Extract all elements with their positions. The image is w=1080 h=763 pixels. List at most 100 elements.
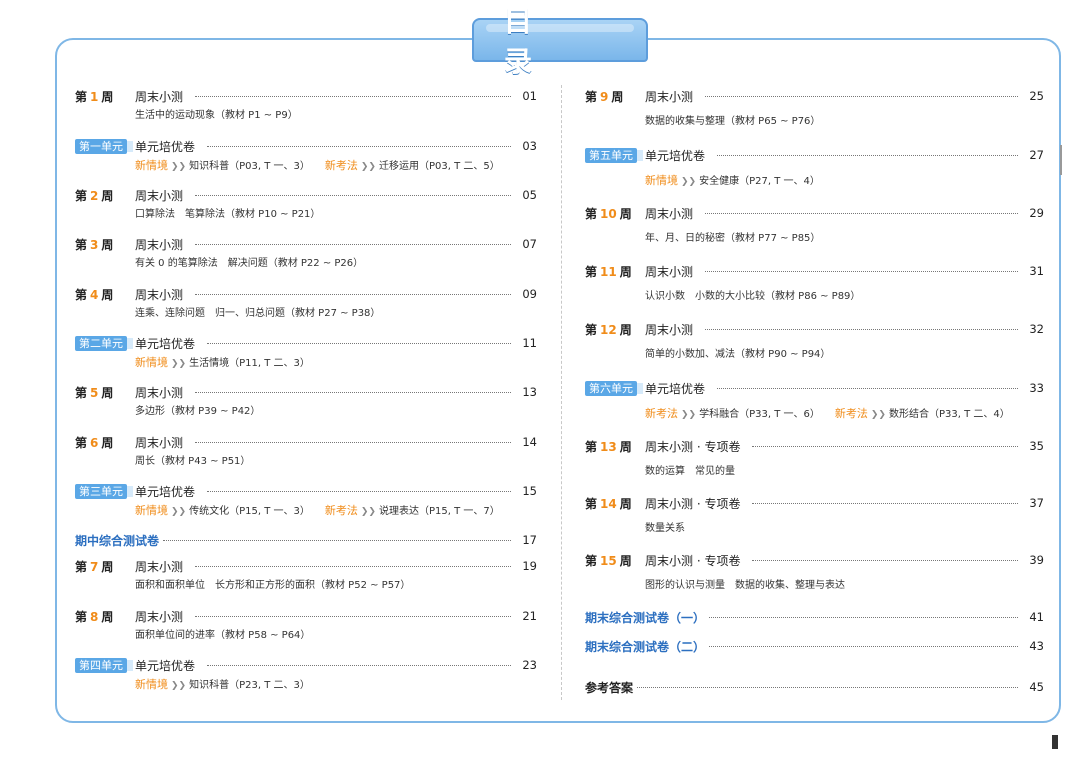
unit-badge-wrap: 第五单元 [585,147,645,163]
toc-entry[interactable]: 期中综合测试卷 17 [75,530,537,550]
toc-entry[interactable]: 第 9 周周末小测 25 [585,86,1044,106]
toc-entry[interactable]: 第 10 周周末小测 29 [585,203,1044,223]
toc-entry[interactable]: 第四单元 单元培优卷 23 [75,655,537,675]
dot-leader [195,565,511,567]
week-prefix: 第 [75,188,88,203]
subtitle-text: 简单的小数加、减法（教材 P90 ~ P94） [645,349,831,360]
page-number: 03 [522,139,537,153]
toc-entry[interactable]: 第 1 周周末小测 01 [75,86,537,106]
week-prefix: 第 [585,439,598,454]
toc-entry[interactable]: 第 12 周周末小测 32 [585,319,1044,339]
dot-leader [195,95,511,97]
page-number: 27 [1029,148,1044,162]
toc-entry[interactable]: 第 13 周周末小测 · 专项卷 35 [585,436,1044,456]
week-prefix: 第 [585,553,598,568]
subtitle-text: 面积和面积单位 长方形和正方形的面积（教材 P52 ~ P57） [135,580,411,591]
entry-title: 单元培优卷 [135,139,196,154]
unit-badge-wrap: 第四单元 [75,657,135,673]
week-number: 3 [90,237,99,252]
toc-entry[interactable]: 参考答案 45 [585,677,1044,697]
toc-entry[interactable]: 第五单元 单元培优卷 27 [585,145,1044,165]
toc-entry[interactable]: 期末综合测试卷（二） 43 [585,636,1044,656]
subtitle-text: 图形的认识与测量 数据的收集、整理与表达 [645,580,845,591]
entry-title: 周末小测 [135,385,184,400]
week-prefix: 第 [585,264,598,279]
toc-entry[interactable]: 第 8 周周末小测 21 [75,606,537,626]
subtitle-tag: 新情境 [135,159,168,172]
subtitle-text: 认识小数 小数的大小比较（教材 P86 ~ P89） [645,291,861,302]
toc-entry[interactable]: 第 2 周周末小测 05 [75,185,537,205]
week-number: 9 [600,89,609,104]
unit-badge: 第五单元 [585,148,637,163]
week-prefix: 第 [585,322,598,337]
dot-leader [207,145,511,147]
dot-leader [705,328,1018,330]
dot-leader [717,387,1018,389]
entry-subtitle: 新情境 ❯❯ 知识科普（P03, T 一、3） 新考法 ❯❯ 迁移运用（P03, T 二… [135,158,500,174]
page-number: 11 [522,336,537,350]
subtitle-text: 有关 0 的笔算除法 解决问题（教材 P22 ~ P26） [135,258,364,269]
toc-entry[interactable]: 第 15 周周末小测 · 专项卷 39 [585,550,1044,570]
entry-title: 周末小测 [135,237,184,252]
page-number: 29 [1029,206,1044,220]
subtitle-text: 生活情境（P11, T 二、3） [189,358,310,369]
week-suffix: 周 [101,237,114,252]
entry-subtitle: 面积单位间的进率（教材 P58 ~ P64） [135,628,310,644]
week-suffix: 周 [619,439,632,454]
week-suffix: 周 [619,496,632,511]
double-chevron-icon: ❯❯ [171,359,187,369]
entry-title: 周末小测 [645,206,694,221]
dot-leader [195,391,511,393]
week-suffix: 周 [619,264,632,279]
unit-badge-wrap: 第二单元 [75,335,135,351]
subtitle-text: 年、月、日的秘密（教材 P77 ~ P85） [645,233,821,244]
week-prefix: 第 [75,559,88,574]
dot-leader [163,539,511,541]
toc-entry[interactable]: 第 3 周周末小测 07 [75,234,537,254]
column-divider [561,85,562,700]
entry-title: 单元培优卷 [645,381,706,396]
unit-badge: 第六单元 [585,381,637,396]
subtitle-tag: 新情境 [135,504,168,517]
toc-entry[interactable]: 第二单元 单元培优卷 11 [75,333,537,353]
page-number: 13 [522,385,537,399]
page-number: 09 [522,287,537,301]
toc-entry[interactable]: 第 5 周周末小测 13 [75,382,537,402]
unit-badge: 第二单元 [75,336,127,351]
double-chevron-icon: ❯❯ [360,507,376,517]
toc-entry[interactable]: 第 11 周周末小测 31 [585,261,1044,281]
subtitle-text: 迁移运用（P03, T 二、5） [378,161,500,172]
toc-entry[interactable]: 第 6 周周末小测 14 [75,432,537,452]
subtitle-text: 说理表达（P15, T 一、7） [378,506,500,517]
subtitle-text: 知识科普（P03, T 一、3） [189,161,305,172]
subtitle-text: 面积单位间的进率（教材 P58 ~ P64） [135,630,311,641]
toc-entry[interactable]: 第三单元 单元培优卷 15 [75,481,537,501]
subtitle-text: 学科融合（P33, T 一、6） [699,409,815,420]
subtitle-text: 连乘、连除问题 归一、归总问题（教材 P27 ~ P38） [135,308,381,319]
dot-leader [717,154,1018,156]
week-label: 第4周 [75,286,135,303]
dot-leader [207,490,511,492]
toc-entry[interactable]: 第 14 周周末小测 · 专项卷 37 [585,493,1044,513]
dot-leader [195,243,511,245]
week-number: 8 [90,609,99,624]
week-number: 1 [90,89,99,104]
entry-title: 参考答案 [585,680,634,695]
toc-entry[interactable]: 第六单元 单元培优卷 33 [585,378,1044,398]
week-label: 第 15 周 [585,552,645,569]
entry-title: 周末小测 · 专项卷 [645,439,741,454]
week-label: 第 14 周 [585,495,645,512]
subtitle-tag: 新考法 [324,159,358,172]
week-number: 6 [90,435,99,450]
page-edge-mark [1060,145,1062,175]
toc-entry[interactable]: 第 7 周周末小测 19 [75,556,537,576]
page-number: 01 [522,89,537,103]
week-suffix: 周 [101,609,114,624]
toc-entry[interactable]: 第 4 周周末小测 09 [75,284,537,304]
entry-title: 期末综合测试卷（二） [585,639,706,654]
double-chevron-icon: ❯❯ [171,507,187,517]
dot-leader [207,342,511,344]
toc-entry[interactable]: 期末综合测试卷（一） 41 [585,607,1044,627]
toc-entry[interactable]: 第一单元 单元培优卷 03 [75,136,537,156]
